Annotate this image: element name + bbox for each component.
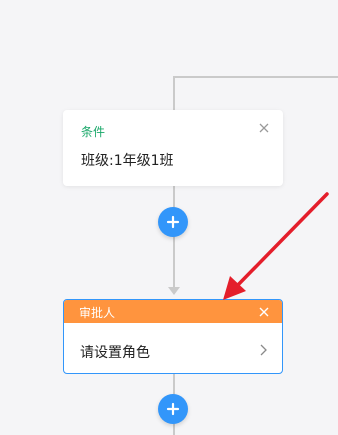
close-icon[interactable] — [257, 120, 271, 134]
approver-header: 审批人 — [64, 300, 282, 323]
connector-line — [173, 236, 175, 288]
connector-line-top — [173, 76, 175, 110]
plus-icon — [166, 215, 180, 229]
add-node-button[interactable] — [158, 394, 188, 424]
connector-arrowhead — [168, 287, 180, 295]
connector-line — [173, 373, 175, 395]
chevron-right-icon — [258, 342, 268, 356]
connector-line — [173, 423, 175, 435]
plus-icon — [166, 402, 180, 416]
condition-node-card[interactable]: 条件 班级:1年级1班 — [63, 110, 283, 186]
add-node-button[interactable] — [158, 207, 188, 237]
connector-line — [173, 186, 175, 208]
approver-title: 审批人 — [79, 306, 116, 320]
condition-text: 班级:1年级1班 — [81, 153, 174, 169]
approver-node-card[interactable]: 审批人 请设置角色 — [63, 299, 283, 374]
approver-placeholder: 请设置角色 — [80, 345, 150, 361]
condition-title: 条件 — [81, 125, 106, 139]
connector-line-branch — [173, 76, 338, 78]
close-icon[interactable] — [257, 304, 271, 318]
